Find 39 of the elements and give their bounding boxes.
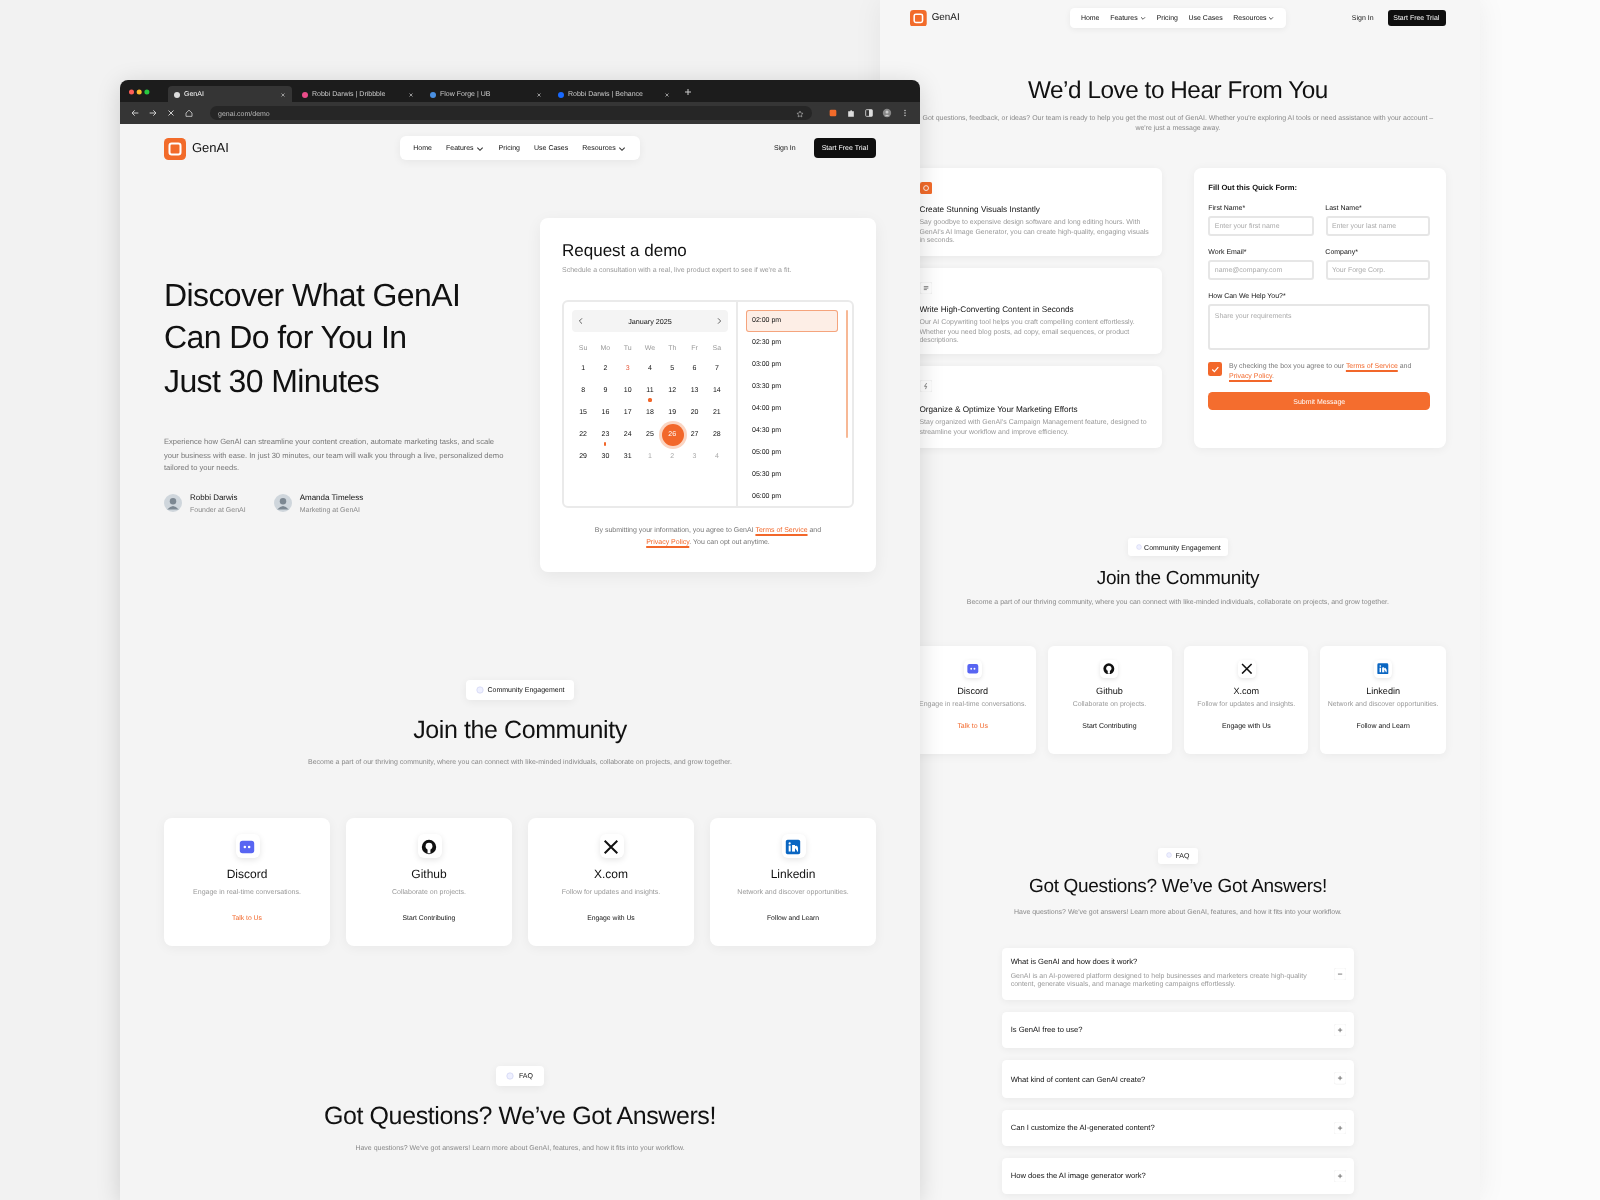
plus-icon	[1334, 1121, 1347, 1134]
close-icon[interactable]	[166, 108, 176, 118]
page-title: We’d Love to Hear From You	[1025, 75, 1330, 104]
sidebar-icon[interactable]	[864, 108, 874, 118]
next-month-icon[interactable]	[714, 316, 724, 326]
close-tab-icon[interactable]	[536, 91, 542, 97]
minus-icon	[1334, 967, 1347, 981]
caret-icon	[476, 145, 485, 151]
home-icon[interactable]	[184, 108, 194, 118]
back-icon[interactable]	[130, 108, 140, 118]
close-tab-icon[interactable]	[664, 91, 670, 97]
favicon-icon	[430, 91, 436, 97]
favicon-icon	[174, 91, 180, 97]
plus-icon	[1334, 1072, 1347, 1086]
section-title: Got Questions? We’ve Got Answers!	[1028, 876, 1327, 899]
avatar-icon	[164, 494, 182, 513]
consent-checkbox[interactable]	[1208, 362, 1223, 377]
profile-avatar-icon[interactable]	[882, 108, 892, 118]
avatar-icon	[273, 494, 292, 513]
plus-icon	[1334, 1024, 1347, 1037]
scrollbar[interactable]	[845, 310, 848, 438]
section-title: Join the Community	[1096, 567, 1260, 590]
card-title: Request a demo	[562, 240, 689, 260]
close-tab-icon[interactable]	[408, 91, 414, 97]
hero-title: Discover What GenAI Can Do for You In Just 30 Minutes	[164, 277, 463, 404]
extension-icon[interactable]	[828, 108, 838, 118]
logo-icon	[164, 137, 186, 159]
new-tab-icon[interactable]	[684, 87, 692, 95]
logo-icon	[910, 9, 928, 27]
plus-icon	[1334, 1170, 1347, 1183]
forward-icon[interactable]	[148, 108, 158, 118]
section-title: Got Questions? We’ve Got Answers!	[323, 1102, 717, 1130]
favicon-icon	[558, 91, 564, 97]
caret-icon	[618, 145, 627, 151]
star-icon[interactable]	[796, 109, 804, 117]
close-tab-icon[interactable]	[280, 91, 286, 97]
section-title: Join the Community	[413, 716, 627, 744]
previous-month-icon[interactable]	[576, 316, 586, 326]
favicon-icon	[302, 91, 308, 97]
